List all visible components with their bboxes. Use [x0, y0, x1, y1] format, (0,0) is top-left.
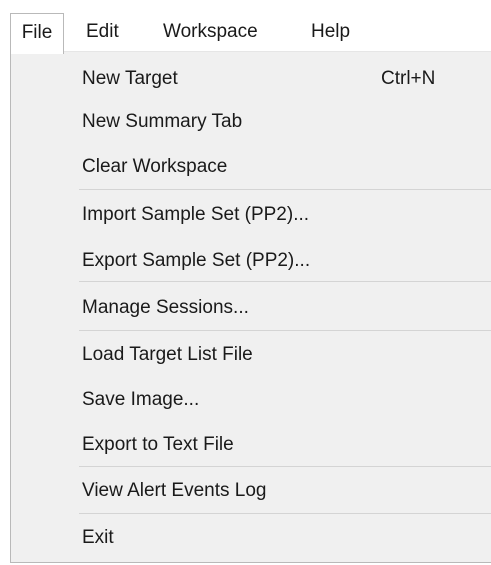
menu-item-new-summary-tab[interactable]: New Summary Tab	[82, 105, 242, 139]
menu-item-import-sample-set[interactable]: Import Sample Set (PP2)...	[82, 198, 309, 232]
menu-separator	[79, 513, 491, 514]
menu-item-save-image[interactable]: Save Image...	[82, 383, 199, 417]
menu-separator	[79, 466, 491, 467]
menu-edit[interactable]: Edit	[86, 13, 119, 51]
menu-item-new-target[interactable]: New Target	[82, 62, 178, 96]
menu-separator	[79, 189, 491, 190]
menu-item-exit[interactable]: Exit	[82, 521, 114, 555]
menu-bar: File Edit Workspace Help	[10, 13, 491, 54]
menu-item-export-to-text-file[interactable]: Export to Text File	[82, 428, 234, 462]
menu-separator	[79, 281, 491, 282]
file-menu-dropdown: New Target Ctrl+N New Summary Tab Clear …	[10, 52, 491, 563]
menu-file[interactable]: File	[10, 13, 64, 54]
menu-item-load-target-list-file[interactable]: Load Target List File	[82, 338, 253, 372]
shortcut-new-target: Ctrl+N	[381, 68, 436, 89]
menu-item-clear-workspace[interactable]: Clear Workspace	[82, 150, 227, 184]
menu-item-export-sample-set[interactable]: Export Sample Set (PP2)...	[82, 244, 310, 278]
menu-item-view-alert-events-log[interactable]: View Alert Events Log	[82, 474, 266, 508]
menu-item-manage-sessions[interactable]: Manage Sessions...	[82, 291, 249, 325]
menu-help[interactable]: Help	[311, 13, 350, 51]
menu-separator	[79, 330, 491, 331]
menu-workspace[interactable]: Workspace	[163, 13, 258, 51]
